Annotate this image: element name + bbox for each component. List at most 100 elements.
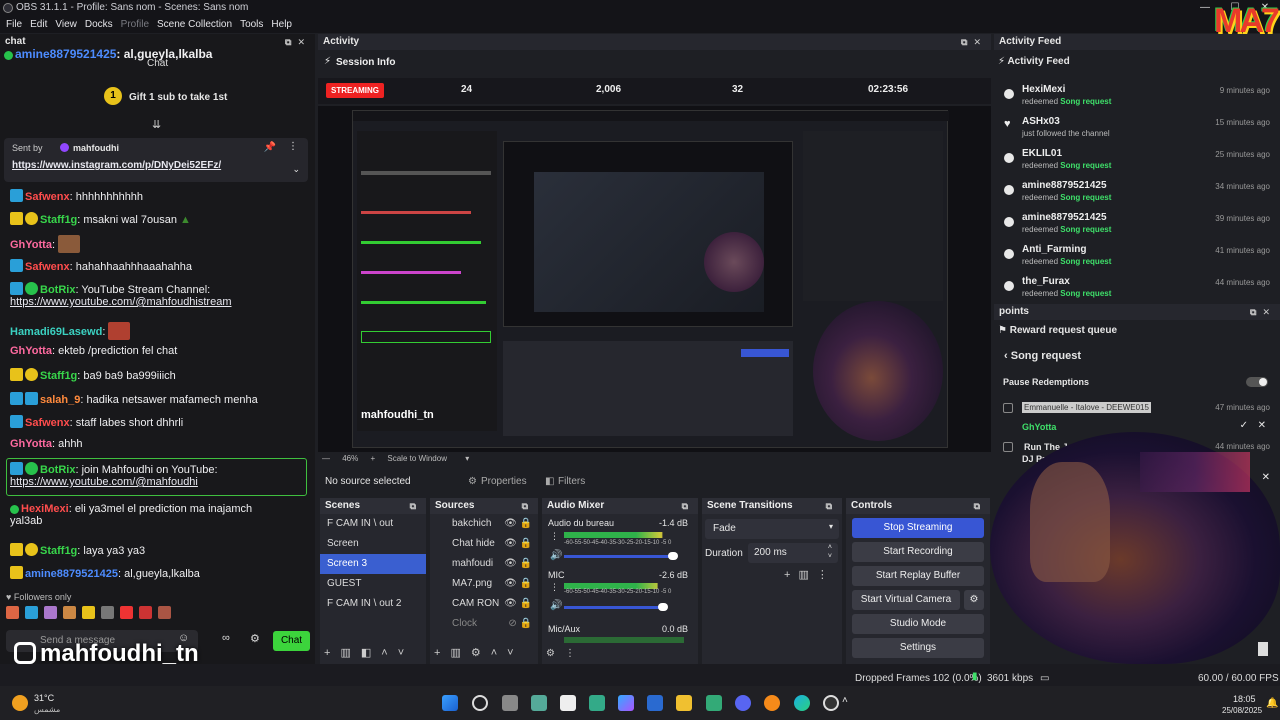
chat-username[interactable]: Safwenx xyxy=(25,417,70,429)
scroll-down-icon[interactable]: ⇊ xyxy=(152,118,161,131)
feed-item[interactable]: EKLIL01 redeemed Song request 25 minutes a… xyxy=(994,148,1280,180)
add-icon[interactable]: + xyxy=(434,647,450,659)
add-icon[interactable]: + xyxy=(324,647,340,659)
zoom-level[interactable]: 46% xyxy=(342,454,358,463)
zoom-out-icon[interactable]: — xyxy=(322,454,330,463)
emote-icon[interactable] xyxy=(101,606,114,619)
down-icon[interactable]: ˅ xyxy=(398,647,414,659)
request-checkbox[interactable] xyxy=(1003,442,1013,452)
program-preview[interactable]: mahfoudhi_tn xyxy=(318,106,991,452)
pause-toggle[interactable] xyxy=(1246,377,1268,387)
menu-docks[interactable]: Docks xyxy=(81,19,117,30)
chat-username[interactable]: Hamadi69Lasewd xyxy=(10,326,102,338)
start-virtual-camera-button[interactable]: Start Virtual Camera xyxy=(852,590,960,610)
volume-slider-handle[interactable] xyxy=(658,603,668,611)
menu-scene-collection[interactable]: Scene Collection xyxy=(153,19,236,30)
chat-username[interactable]: GhYotta xyxy=(10,438,52,450)
gear-icon[interactable]: ⚙ xyxy=(471,647,491,659)
chat-username[interactable]: GhYotta xyxy=(10,239,52,251)
start-replay-buffer-button[interactable]: Start Replay Buffer xyxy=(852,566,984,586)
app-icon[interactable] xyxy=(589,695,605,711)
menu-tools[interactable]: Tools xyxy=(236,19,267,30)
add-icon[interactable]: + xyxy=(784,569,798,581)
menu-profile[interactable]: Profile xyxy=(117,19,153,30)
chat-username[interactable]: amine8879521425 xyxy=(25,568,118,580)
eye-lock-icons[interactable]: 👁 🔒 xyxy=(504,574,532,594)
eye-lock-icons[interactable]: ⊘ 🔒 xyxy=(508,614,532,634)
widgets-icon[interactable] xyxy=(531,695,547,711)
chat-username[interactable]: Staff1g xyxy=(40,545,77,557)
pin-icon[interactable]: 📌 xyxy=(264,142,276,153)
source-item[interactable]: CAM RON 👁 🔒 xyxy=(430,594,538,614)
dock-float-icon[interactable]: ⧉ xyxy=(974,498,986,514)
task-view-icon[interactable] xyxy=(502,695,518,711)
volume-slider[interactable] xyxy=(564,555,676,558)
dock-float-close-icons[interactable]: ⧉✕ xyxy=(961,34,987,50)
studio-mode-button[interactable]: Studio Mode xyxy=(852,614,984,634)
more-icon[interactable]: ⋮ xyxy=(550,582,559,593)
dock-float-icon[interactable]: ⧉ xyxy=(682,498,694,514)
scene-item-selected[interactable]: Screen 3 xyxy=(320,554,426,574)
mixer-actions[interactable]: ⚙⋮ xyxy=(546,648,585,659)
back-button[interactable]: ‹ Song request xyxy=(1004,350,1081,362)
down-icon[interactable]: ˅ xyxy=(507,647,523,659)
pinned-link[interactable]: https://www.instagram.com/p/DNyDei52EFz/ xyxy=(12,160,221,171)
dock-float-close-icons[interactable]: ⧉✕ xyxy=(285,34,311,50)
chat-send-button[interactable]: Chat xyxy=(273,631,310,651)
gift-banner[interactable]: Gift 1 sub to take 1st xyxy=(129,92,227,103)
discord-icon[interactable] xyxy=(735,695,751,711)
chat-link[interactable]: https://www.youtube.com/@mahfoudhi xyxy=(10,476,198,488)
menu-help[interactable]: Help xyxy=(267,19,296,30)
feed-item[interactable]: HexiMexi redeemed Song request 9 minutes a… xyxy=(994,84,1280,116)
notification-icon[interactable]: 🔔 xyxy=(1266,698,1278,709)
chat-username[interactable]: salah_9 xyxy=(40,394,80,406)
source-item[interactable]: bakchich 👁 🔒 xyxy=(430,514,538,534)
chat-username[interactable]: HexiMexi xyxy=(21,503,69,515)
emote-icon[interactable] xyxy=(6,606,19,619)
emote-icon[interactable] xyxy=(120,606,133,619)
chat-username[interactable]: GhYotta xyxy=(10,345,52,357)
feed-item[interactable]: ♥ ASHx03 just followed the channel 15 minut… xyxy=(994,116,1280,148)
chat-username[interactable]: BotRix xyxy=(40,284,75,296)
trash-icon[interactable]: ▥ xyxy=(340,647,360,659)
zoom-in-icon[interactable]: + xyxy=(370,454,375,463)
emote-icon[interactable] xyxy=(44,606,57,619)
capcut-icon[interactable] xyxy=(560,695,576,711)
bits-icon[interactable]: ∞ xyxy=(222,632,230,644)
approve-icon[interactable]: ✓ xyxy=(1240,420,1248,431)
dock-float-icon[interactable]: ⧉ xyxy=(826,498,838,514)
feed-item[interactable]: the_Furax redeemed Song request 44 minutes… xyxy=(994,276,1280,300)
chat-username[interactable]: BotRix xyxy=(40,464,75,476)
filters-button[interactable]: Filters xyxy=(558,476,585,487)
more-icon[interactable]: ⋮ xyxy=(550,531,559,542)
up-icon[interactable]: ˄ xyxy=(491,647,507,659)
file-explorer-icon[interactable] xyxy=(676,695,692,711)
source-item[interactable]: MA7.png 👁 🔒 xyxy=(430,574,538,594)
source-item[interactable]: Chat hide 👁 🔒 xyxy=(430,534,538,554)
brave-icon[interactable] xyxy=(764,695,780,711)
up-icon[interactable]: ˄ xyxy=(381,647,397,659)
more-icon[interactable]: ⋮ xyxy=(817,569,836,581)
reject-icon[interactable]: ✕ xyxy=(1258,420,1266,431)
speaker-icon[interactable]: 🔊 xyxy=(550,550,562,561)
trash-icon[interactable]: ▥ xyxy=(450,647,470,659)
emote-icon[interactable] xyxy=(82,606,95,619)
stepper-icon[interactable]: ˄ ˅ xyxy=(828,543,832,561)
filter-icon[interactable]: ◧ xyxy=(361,647,381,659)
pinned-user[interactable]: mahfoudhi xyxy=(73,143,119,153)
scene-item[interactable]: GUEST xyxy=(320,574,426,594)
emote-icon[interactable] xyxy=(63,606,76,619)
scene-item[interactable]: Screen xyxy=(320,534,426,554)
dock-float-icon[interactable]: ⧉ xyxy=(522,498,534,514)
chevron-down-icon[interactable]: ⌄ xyxy=(292,164,300,175)
menu-edit[interactable]: Edit xyxy=(26,19,51,30)
chevron-up-icon[interactable]: ˄ xyxy=(842,695,848,706)
scene-actions[interactable]: +▥◧˄˅ xyxy=(324,646,414,659)
scene-item[interactable]: F CAM IN \ out xyxy=(320,514,426,534)
more-icon[interactable]: ⋮ xyxy=(288,141,298,152)
chevron-left-icon[interactable]: ‹ xyxy=(1004,350,1011,362)
speaker-icon[interactable]: 🔊 xyxy=(550,600,562,611)
source-item[interactable]: mahfoudi 👁 🔒 xyxy=(430,554,538,574)
feed-item[interactable]: amine8879521425 redeemed Song request 34 m… xyxy=(994,180,1280,212)
feed-item[interactable]: amine8879521425 redeemed Song request 39 m… xyxy=(994,212,1280,244)
